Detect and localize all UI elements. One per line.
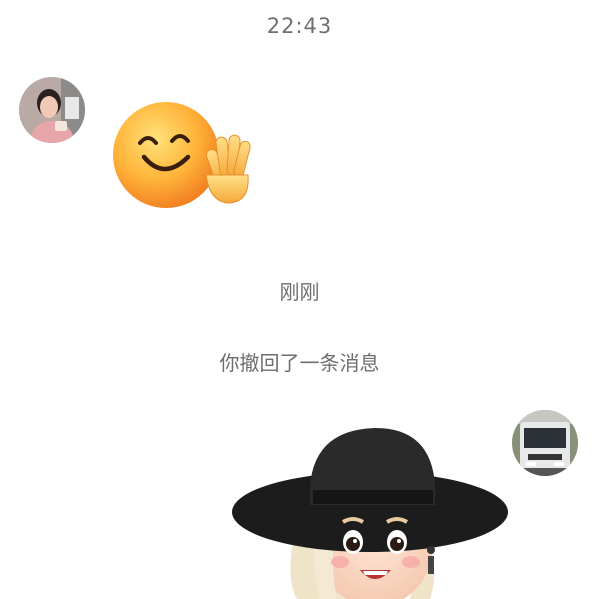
memoji-hat-girl-icon [232,428,508,599]
smile-wave-sticker[interactable] [110,95,255,215]
smile-wave-icon [113,102,251,208]
system-time-label: 刚刚 [279,280,320,304]
message-timestamp: 22:43 [266,14,333,38]
self-avatar-image [512,410,578,476]
recall-notice: 你撤回了一条消息 [219,351,380,375]
self-avatar[interactable] [512,410,578,476]
contact-avatar[interactable] [19,77,85,143]
memoji-sticker[interactable] [225,420,510,599]
contact-avatar-image [19,77,85,143]
chat-area: 22:43 刚刚 你撤回了一条消息 [0,0,599,599]
